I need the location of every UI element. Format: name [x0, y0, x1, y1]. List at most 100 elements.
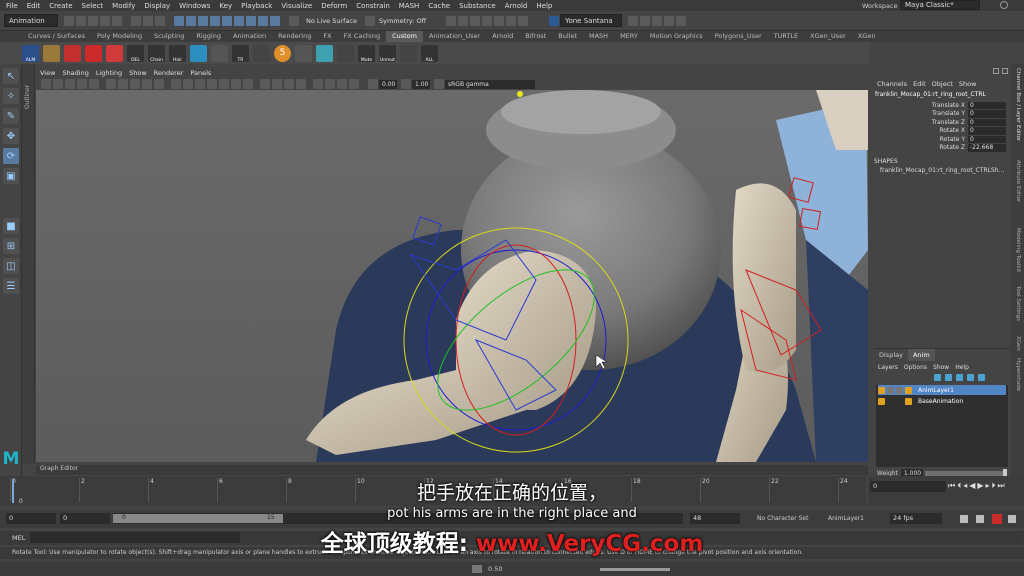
shelf-button-unmute[interactable]: Unmut	[379, 44, 396, 63]
camera-attr-icon[interactable]	[53, 79, 63, 89]
shelf-button-del[interactable]: DEL	[127, 44, 144, 63]
layer-menu-options[interactable]: Options	[904, 364, 927, 371]
ipr-render-icon[interactable]	[458, 15, 469, 26]
tab-tool-settings[interactable]: Tool Settings	[1015, 286, 1021, 321]
xray-components-icon[interactable]	[349, 79, 359, 89]
resolution-gate-icon[interactable]	[118, 79, 128, 89]
menu-modify[interactable]: Modify	[112, 2, 135, 10]
menu-cache[interactable]: Cache	[428, 2, 450, 10]
light-editor-icon[interactable]	[506, 15, 517, 26]
layout-icon-5[interactable]	[676, 15, 687, 26]
select-hierarchy-icon[interactable]	[131, 15, 141, 26]
shelf-tab[interactable]: Poly Modeling	[91, 31, 148, 42]
tab-channel-box[interactable]: Channel Box / Layer Editor	[1015, 68, 1021, 141]
close-panel-icon[interactable]	[1002, 68, 1008, 74]
menu-set-dropdown[interactable]: Animation	[4, 14, 58, 27]
menu-playback[interactable]: Playback	[241, 2, 272, 10]
tab-modeling-toolkit[interactable]: Modeling Toolkit	[1015, 228, 1021, 272]
attr-row[interactable]: Translate Y0	[870, 110, 1010, 119]
shelf-button-plus[interactable]	[85, 44, 102, 62]
gamma-field[interactable]: 1.00	[412, 79, 430, 89]
shelf-button-grid[interactable]	[400, 44, 417, 62]
user-account-dropdown[interactable]: Yone Santana	[560, 14, 623, 27]
shelf-tab[interactable]: Arnold	[486, 31, 519, 42]
color-management-icon[interactable]	[434, 79, 444, 89]
layer-move-up-icon[interactable]	[934, 374, 941, 381]
shelf-button-skull[interactable]	[295, 44, 312, 62]
redo-icon[interactable]	[112, 15, 122, 26]
symmetry-dropdown[interactable]: Symmetry: Off	[379, 17, 426, 25]
select-handle-icon[interactable]	[234, 15, 244, 26]
gate-mask-icon[interactable]	[130, 79, 140, 89]
render-settings-icon[interactable]	[470, 15, 481, 26]
shelf-button-tr[interactable]: TR	[232, 44, 249, 63]
paint-select-icon[interactable]: ✎	[3, 108, 19, 124]
view-transform-dropdown[interactable]: sRGB gamma	[445, 79, 535, 89]
shelf-tab[interactable]: FX Caching	[338, 31, 387, 42]
layer-visibility-icon[interactable]	[878, 397, 885, 405]
pause-icon[interactable]	[518, 15, 529, 26]
image-plane-icon[interactable]	[77, 79, 87, 89]
menu-mash[interactable]: MASH	[399, 2, 420, 10]
layer-mute-icon[interactable]	[887, 386, 894, 394]
film-gate-icon[interactable]	[106, 79, 116, 89]
field-chart-icon[interactable]	[142, 79, 152, 89]
new-scene-icon[interactable]	[64, 15, 74, 26]
shelf-tab[interactable]: TURTLE	[768, 31, 804, 42]
bookmark-icon[interactable]	[65, 79, 75, 89]
layer-menu-help[interactable]: Help	[955, 364, 969, 371]
menu-visualize[interactable]: Visualize	[281, 2, 312, 10]
float-panel-icon[interactable]	[993, 68, 999, 74]
shelf-button-spider[interactable]	[253, 44, 270, 62]
menu-file[interactable]: File	[6, 2, 18, 10]
menu-edit[interactable]: Edit	[27, 2, 41, 10]
menu-substance[interactable]: Substance	[459, 2, 496, 10]
shelf-tab[interactable]: MASH	[583, 31, 614, 42]
layer-create-selected-icon[interactable]	[967, 374, 974, 381]
shelf-button-ghost[interactable]	[190, 44, 207, 62]
attr-value[interactable]: 0	[968, 101, 1006, 109]
select-deform-icon[interactable]	[270, 15, 280, 26]
layout-icon-2[interactable]	[640, 15, 651, 26]
attr-value[interactable]: 0	[968, 110, 1006, 118]
layer-menu-layers[interactable]: Layers	[878, 364, 898, 371]
shelf-button-image[interactable]	[43, 44, 60, 62]
layer-lock-icon[interactable]	[896, 386, 903, 394]
menu-create[interactable]: Create	[49, 2, 72, 10]
two-pane-icon[interactable]: ◫	[3, 258, 19, 274]
anim-layer-row[interactable]: AnimLayer1	[878, 385, 1006, 395]
select-surface-icon[interactable]	[258, 15, 268, 26]
shape-node-name[interactable]: franklin_Mocap_01:rt_ring_root_CTRLSh...	[870, 165, 1010, 176]
shelf-tab[interactable]: Motion Graphics	[644, 31, 709, 42]
shelf-tab[interactable]: Polygons_User	[709, 31, 768, 42]
menu-windows[interactable]: Windows	[179, 2, 210, 10]
snap-point-icon[interactable]	[198, 15, 208, 26]
attr-row[interactable]: Rotate Y0	[870, 135, 1010, 144]
layer-options-icon[interactable]	[978, 374, 985, 381]
settings-gear-icon[interactable]	[1000, 1, 1008, 9]
shelf-tab-custom[interactable]: Custom	[386, 31, 423, 42]
layer-solo-icon[interactable]	[905, 386, 912, 394]
menu-arnold[interactable]: Arnold	[505, 2, 528, 10]
safe-action-icon[interactable]	[154, 79, 164, 89]
shelf-button-hair[interactable]: Hair	[169, 44, 186, 63]
four-pane-icon[interactable]: ⊞	[3, 238, 19, 254]
single-pane-icon[interactable]: ■	[3, 218, 19, 234]
scale-tool-icon[interactable]: ▣	[3, 168, 19, 184]
magnet-icon[interactable]	[289, 15, 299, 26]
shelf-tab[interactable]: Bifrost	[519, 31, 552, 42]
menu-display[interactable]: Display	[144, 2, 170, 10]
attr-row[interactable]: Rotate Z -22.668	[870, 144, 1010, 153]
isolate-select-icon[interactable]	[313, 79, 323, 89]
shelf-tab[interactable]: Animation	[227, 31, 272, 42]
cb-menu-edit[interactable]: Edit	[913, 80, 926, 88]
attr-row[interactable]: Translate Z0	[870, 118, 1010, 127]
layer-menu-show[interactable]: Show	[933, 364, 949, 371]
shelf-button-key[interactable]	[106, 44, 123, 62]
shelf-button-five[interactable]: 5	[274, 44, 291, 62]
layer-create-icon[interactable]	[956, 374, 963, 381]
antialiasing-icon[interactable]	[284, 79, 294, 89]
xray-joints-icon[interactable]	[337, 79, 347, 89]
shelf-tab[interactable]: Sculpting	[148, 31, 190, 42]
undo-icon[interactable]	[100, 15, 110, 26]
